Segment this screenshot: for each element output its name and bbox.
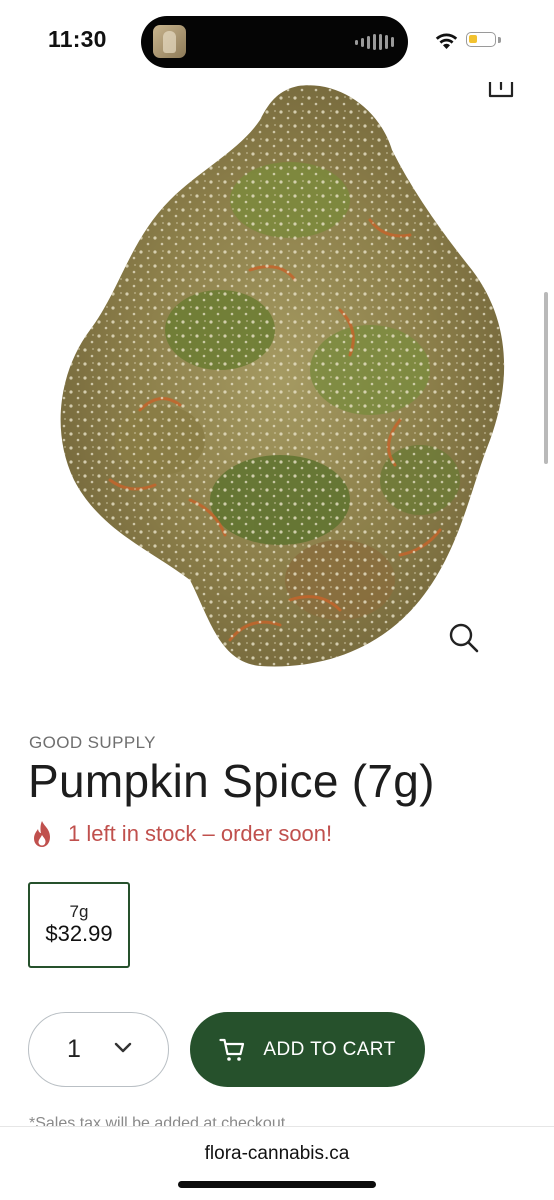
chevron-down-icon [114,1042,132,1053]
audio-waveform-icon [355,34,394,50]
zoom-icon[interactable] [448,622,480,654]
dynamic-island[interactable] [141,16,408,68]
battery-cap [498,37,501,43]
variant-price: $32.99 [45,921,113,946]
variant-weight: 7g [69,902,89,921]
add-to-cart-button[interactable]: ADD TO CART [190,1012,425,1087]
quantity-select[interactable]: 1 [28,1012,169,1087]
url-text[interactable]: flora-cannabis.ca [0,1143,554,1165]
cart-icon [219,1038,245,1061]
stock-message: 1 left in stock – order soon! [68,821,333,846]
browser-address-bar[interactable]: flora-cannabis.ca [0,1126,554,1200]
fire-icon [34,821,50,847]
battery-level [469,35,477,43]
home-indicator[interactable] [178,1181,376,1188]
stock-notice: 1 left in stock – order soon! [30,820,332,848]
product-page: 11:30 GOOD SUPPLY Pumpkin Spice (7g) 1 l… [0,0,554,1200]
wifi-icon [435,33,458,49]
product-brand[interactable]: GOOD SUPPLY [29,733,156,753]
product-image[interactable] [40,80,520,680]
now-playing-artwork [153,25,186,58]
status-time: 11:30 [48,26,107,52]
battery-icon [466,32,496,47]
status-bar: 11:30 [0,0,554,82]
product-title: Pumpkin Spice (7g) [28,755,435,807]
add-to-cart-label: ADD TO CART [263,1038,396,1060]
quantity-value: 1 [67,1035,81,1063]
scroll-indicator[interactable] [544,292,548,464]
variant-option-7g[interactable]: 7g $32.99 [28,882,130,968]
